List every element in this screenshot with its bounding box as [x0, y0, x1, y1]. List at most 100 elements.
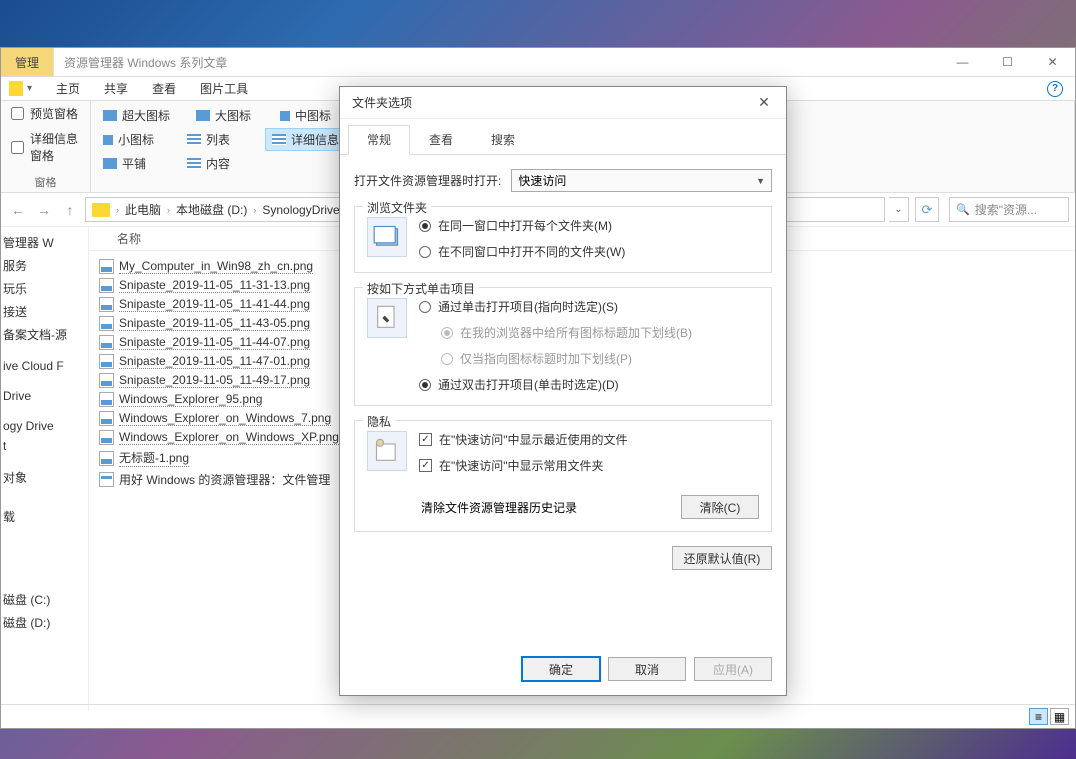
tab-home[interactable]: 主页: [44, 76, 92, 101]
cancel-button[interactable]: 取消: [608, 657, 686, 681]
folder-options-dialog: 文件夹选项 ✕ 常规 查看 搜索 打开文件资源管理器时打开: 快速访问 ▼ 浏览…: [339, 86, 787, 696]
open-explorer-select[interactable]: 快速访问 ▼: [511, 169, 772, 192]
up-button[interactable]: ↑: [59, 199, 81, 221]
layout-small[interactable]: 小图标: [97, 128, 167, 151]
sidebar-item[interactable]: 服务: [1, 254, 88, 277]
dialog-title: 文件夹选项: [352, 94, 412, 111]
radio-underline-all: 在我的浏览器中给所有图标标题加下划线(B): [419, 324, 759, 341]
check-recent-files[interactable]: ✓在"快速访问"中显示最近使用的文件: [419, 431, 759, 448]
image-file-icon: [99, 411, 114, 426]
file-menu-icon[interactable]: [9, 81, 23, 96]
clear-button[interactable]: 清除(C): [681, 495, 759, 519]
image-file-icon: [99, 335, 114, 350]
sidebar-item[interactable]: Drive: [1, 386, 88, 406]
image-file-icon: [99, 451, 114, 466]
layout-large[interactable]: 大图标: [190, 105, 260, 126]
ok-button[interactable]: 确定: [522, 657, 600, 681]
sidebar-item[interactable]: 接送: [1, 300, 88, 323]
refresh-button[interactable]: ⟳: [915, 197, 939, 222]
tab-picture-tools[interactable]: 图片工具: [188, 76, 260, 101]
sidebar-item[interactable]: 玩乐: [1, 277, 88, 300]
dialog-titlebar: 文件夹选项 ✕: [340, 87, 786, 119]
details-pane-toggle[interactable]: 详细信息窗格: [1, 126, 90, 168]
browse-legend: 浏览文件夹: [363, 199, 431, 216]
click-legend: 按如下方式单击项目: [363, 280, 479, 297]
manage-tab[interactable]: 管理: [1, 48, 54, 76]
minimize-button[interactable]: —: [940, 48, 985, 77]
layout-medium[interactable]: 中图标: [274, 105, 344, 126]
browse-folders-fieldset: 浏览文件夹 在同一窗口中打开每个文件夹(M) 在不同窗口中打开不同的文件夹(W): [354, 206, 772, 273]
browse-folders-icon: [367, 217, 407, 257]
doc-file-icon: [99, 472, 114, 487]
statusbar: ≡ ▦: [1, 704, 1075, 728]
layout-list[interactable]: 列表: [181, 128, 251, 151]
search-input[interactable]: 🔍 搜索"资源...: [949, 197, 1069, 222]
sidebar: 管理器 W 服务 玩乐 接送 备案文档-源 ive Cloud F Drive …: [1, 227, 89, 711]
privacy-legend: 隐私: [363, 413, 395, 430]
radio-double-click[interactable]: 通过双击打开项目(单击时选定)(D): [419, 376, 759, 393]
restore-defaults-button[interactable]: 还原默认值(R): [672, 546, 772, 570]
privacy-fieldset: 隐私 ✓在"快速访问"中显示最近使用的文件 ✓在"快速访问"中显示常用文件夹 清…: [354, 420, 772, 532]
sidebar-item[interactable]: ogy Drive: [1, 416, 88, 436]
dialog-footer: 确定 取消 应用(A): [522, 657, 772, 681]
image-file-icon: [99, 354, 114, 369]
address-dropdown[interactable]: ⌄: [889, 197, 909, 222]
sidebar-item[interactable]: 管理器 W: [1, 231, 88, 254]
tab-view[interactable]: 查看: [410, 125, 472, 154]
sidebar-item[interactable]: 磁盘 (D:): [1, 611, 88, 634]
radio-underline-point: 仅当指向图标标题时加下划线(P): [419, 350, 759, 367]
layout-content[interactable]: 内容: [181, 153, 251, 174]
file-menu-arrow[interactable]: ▾: [27, 83, 32, 94]
apply-button[interactable]: 应用(A): [694, 657, 772, 681]
bc-folder[interactable]: SynologyDrive: [262, 203, 339, 217]
image-file-icon: [99, 392, 114, 407]
chevron-down-icon: ▼: [756, 176, 765, 186]
search-icon: 🔍: [956, 203, 970, 216]
image-file-icon: [99, 278, 114, 293]
check-frequent-folders[interactable]: ✓在"快速访问"中显示常用文件夹: [419, 457, 759, 474]
panes-group-label: 窗格: [1, 172, 90, 192]
layout-tiles[interactable]: 平铺: [97, 153, 167, 174]
bc-this-pc[interactable]: 此电脑: [125, 201, 161, 218]
image-file-icon: [99, 316, 114, 331]
view-details-icon[interactable]: ≡: [1029, 708, 1048, 725]
tab-view[interactable]: 查看: [140, 76, 188, 101]
dialog-tabs: 常规 查看 搜索: [340, 119, 786, 155]
sidebar-item[interactable]: 对象: [1, 466, 88, 489]
sidebar-item[interactable]: 备案文档-源: [1, 323, 88, 346]
radio-same-window[interactable]: 在同一窗口中打开每个文件夹(M): [419, 217, 759, 234]
image-file-icon: [99, 297, 114, 312]
forward-button[interactable]: →: [33, 199, 55, 221]
back-button[interactable]: ←: [7, 199, 29, 221]
maximize-button[interactable]: ☐: [985, 48, 1030, 77]
clear-history-label: 清除文件资源管理器历史记录: [421, 499, 577, 516]
radio-single-click[interactable]: 通过单击打开项目(指向时选定)(S): [419, 298, 759, 315]
image-file-icon: [99, 430, 114, 445]
bc-drive[interactable]: 本地磁盘 (D:): [176, 201, 247, 218]
close-button[interactable]: ✕: [1030, 48, 1075, 77]
click-items-fieldset: 按如下方式单击项目 通过单击打开项目(指向时选定)(S) 在我的浏览器中给所有图…: [354, 287, 772, 406]
image-file-icon: [99, 259, 114, 274]
help-icon[interactable]: ?: [1047, 81, 1063, 97]
sidebar-item[interactable]: 磁盘 (C:): [1, 588, 88, 611]
layout-details[interactable]: 详细信息: [265, 128, 346, 151]
image-file-icon: [99, 373, 114, 388]
tab-search[interactable]: 搜索: [472, 125, 534, 154]
tab-share[interactable]: 共享: [92, 76, 140, 101]
folder-icon: [92, 203, 110, 217]
open-explorer-label: 打开文件资源管理器时打开:: [354, 172, 501, 189]
view-large-icon[interactable]: ▦: [1050, 708, 1069, 725]
window-title: 资源管理器 Windows 系列文章: [54, 54, 227, 71]
sidebar-item[interactable]: ive Cloud F: [1, 356, 88, 376]
privacy-icon: [367, 431, 407, 471]
sidebar-item[interactable]: t: [1, 436, 88, 456]
tab-general[interactable]: 常规: [348, 125, 410, 155]
titlebar: 管理 资源管理器 Windows 系列文章 — ☐ ✕: [1, 48, 1075, 77]
dialog-close-button[interactable]: ✕: [754, 94, 774, 111]
radio-new-window[interactable]: 在不同窗口中打开不同的文件夹(W): [419, 243, 759, 260]
layout-extra-large[interactable]: 超大图标: [97, 105, 176, 126]
sidebar-item[interactable]: 载: [1, 505, 88, 528]
preview-pane-toggle[interactable]: 预览窗格: [1, 101, 90, 126]
dialog-body: 打开文件资源管理器时打开: 快速访问 ▼ 浏览文件夹 在同一窗口中打开每个文件夹…: [340, 155, 786, 580]
click-items-icon: [367, 298, 407, 338]
